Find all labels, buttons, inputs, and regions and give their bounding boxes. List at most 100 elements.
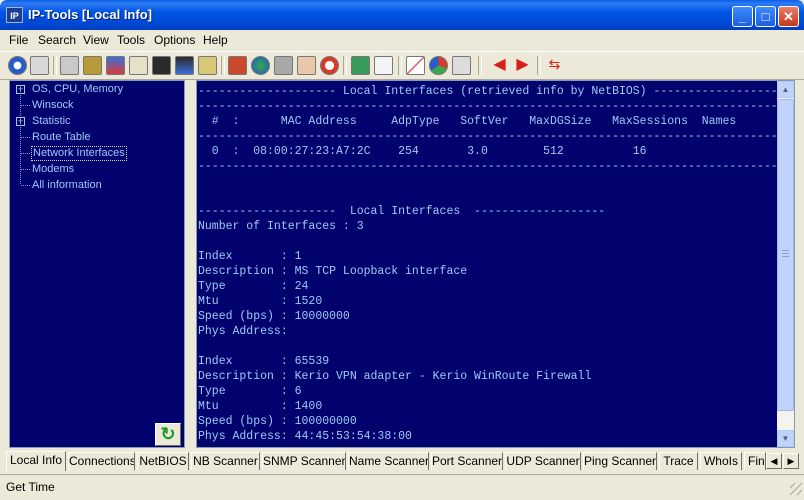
tree-item-all-information[interactable]: All information <box>32 179 102 192</box>
books-icon[interactable] <box>129 56 148 75</box>
vertical-scrollbar[interactable]: ▲ ▼ <box>777 81 794 447</box>
window-title: IP-Tools [Local Info] <box>28 7 152 22</box>
tree-item-network-interfaces[interactable]: Network Interfaces <box>31 146 127 161</box>
expand-toggle-statistic[interactable]: + <box>16 117 25 126</box>
tab-name-scanner[interactable]: Name Scanner <box>348 452 429 470</box>
thumb-grip <box>782 253 789 254</box>
pie-chart-icon[interactable] <box>429 56 448 75</box>
toolbar-separator <box>53 56 57 75</box>
refresh-button[interactable]: ↻ <box>155 423 181 446</box>
tree-item-modems[interactable]: Modems <box>32 163 74 176</box>
tab-trace[interactable]: Trace <box>659 452 698 470</box>
chart-icon[interactable] <box>406 56 425 75</box>
console-line: -------------------- Local Interfaces (r… <box>198 85 776 98</box>
tab-netbios[interactable]: NetBIOS <box>137 452 189 470</box>
tab-port-scanner[interactable]: Port Scanner <box>431 452 503 470</box>
scroll-down-button[interactable]: ▼ <box>777 430 794 447</box>
maximize-button[interactable]: □ <box>755 6 776 27</box>
tab-udp-scanner[interactable]: UDP Scanner <box>505 452 581 470</box>
satellite-icon[interactable] <box>452 56 471 75</box>
globe-icon[interactable] <box>251 56 270 75</box>
title-bar[interactable]: IP IP-Tools [Local Info] _ □ ✕ <box>0 0 804 30</box>
tree-item-winsock[interactable]: Winsock <box>32 99 74 112</box>
monitor-icon[interactable] <box>351 56 370 75</box>
transfer-icon[interactable]: ⇆ <box>545 56 564 75</box>
thumb-grip <box>782 256 789 257</box>
console-line: Mtu : 1520 <box>198 295 323 308</box>
tree-item-statistic[interactable]: Statistic <box>32 115 71 128</box>
network-tree-icon[interactable] <box>106 56 125 75</box>
lock-icon[interactable] <box>83 56 102 75</box>
console-line: Index : 65539 <box>198 355 330 368</box>
tree-connector <box>21 153 30 154</box>
console-line: Type : 24 <box>198 280 309 293</box>
tab-scroll-left-button[interactable]: ◀ <box>766 453 782 469</box>
close-button[interactable]: ✕ <box>778 6 799 27</box>
console-line: Speed (bps) : 100000000 <box>198 415 357 428</box>
binoculars-icon[interactable] <box>152 56 171 75</box>
users-icon[interactable] <box>228 56 247 75</box>
arrow-right-icon[interactable]: ▶ <box>513 56 532 75</box>
console-line: Number of Interfaces : 3 <box>198 220 364 233</box>
toolbar: ◀ ▶ ⇆ <box>0 51 804 80</box>
console-text: -------------------- Local Interfaces (r… <box>198 84 776 446</box>
alarm-clock-icon[interactable] <box>320 56 339 75</box>
menu-view[interactable]: View <box>83 33 109 47</box>
menu-file[interactable]: File <box>9 33 28 47</box>
console-line: Speed (bps) : 10000000 <box>198 310 350 323</box>
tab-connections[interactable]: Connections <box>68 452 135 470</box>
console-line: 0 : 08:00:27:23:A7:2C 254 3.0 512 16 <box>198 145 647 158</box>
binoculars-search-icon[interactable] <box>175 56 194 75</box>
printer-icon[interactable] <box>30 56 49 75</box>
tab-fing[interactable]: Fing <box>744 452 766 470</box>
tree-connector <box>21 169 30 170</box>
tab-nb-scanner[interactable]: NB Scanner <box>191 452 260 470</box>
tree-item-os-cpu-memory[interactable]: OS, CPU, Memory <box>32 83 123 96</box>
tab-scroll-right-button[interactable]: ▶ <box>783 453 799 469</box>
tree-item-route-table[interactable]: Route Table <box>32 131 91 144</box>
menu-options[interactable]: Options <box>154 33 195 47</box>
tab-snmp-scanner[interactable]: SNMP Scanner <box>262 452 346 470</box>
menu-help[interactable]: Help <box>203 33 228 47</box>
menu-search[interactable]: Search <box>38 33 76 47</box>
scroll-up-button[interactable]: ▲ <box>777 81 794 98</box>
speaker-icon[interactable] <box>198 56 217 75</box>
key-icon[interactable] <box>274 56 293 75</box>
tab-local-info[interactable]: Local Info <box>6 451 66 471</box>
toolbar-separator <box>537 56 541 75</box>
thumb-grip <box>782 250 789 251</box>
scroll-thumb[interactable] <box>777 99 794 411</box>
document-icon[interactable] <box>374 56 393 75</box>
console-line: Phys Address: <box>198 325 288 338</box>
expand-toggle-os[interactable]: + <box>16 85 25 94</box>
toolbar-separator <box>343 56 347 75</box>
category-tree[interactable]: + OS, CPU, Memory Winsock + Statistic Ro… <box>9 80 185 448</box>
tab-ping-scanner[interactable]: Ping Scanner <box>583 452 657 470</box>
tree-connector <box>21 185 30 186</box>
tree-connector <box>21 105 30 106</box>
output-console[interactable]: -------------------- Local Interfaces (r… <box>196 80 795 448</box>
resize-grip[interactable] <box>790 483 802 495</box>
menu-tools[interactable]: Tools <box>117 33 145 47</box>
console-line: Description : MS TCP Loopback interface <box>198 265 468 278</box>
app-icon[interactable]: IP <box>6 7 23 23</box>
hand-icon[interactable] <box>297 56 316 75</box>
console-line: ----------------------------------------… <box>198 100 776 113</box>
console-line: # : MAC Address AdpType SoftVer MaxDGSiz… <box>198 115 737 128</box>
console-line: ----------------------------------------… <box>198 160 776 173</box>
arrow-left-icon[interactable]: ◀ <box>490 56 509 75</box>
minimize-button[interactable]: _ <box>732 6 753 27</box>
toolbar-separator <box>398 56 402 75</box>
refresh-icon: ↻ <box>160 424 176 444</box>
toolbar-separator <box>478 56 482 75</box>
console-line: ----------------------------------------… <box>198 130 776 143</box>
network-card-icon[interactable] <box>60 56 79 75</box>
status-bar: Get Time <box>0 474 804 497</box>
tab-whois[interactable]: WhoIs <box>700 452 742 470</box>
console-line: Index : 1 <box>198 250 302 263</box>
console-line: Description : Kerio VPN adapter - Kerio … <box>198 370 592 383</box>
info-icon[interactable] <box>8 56 27 75</box>
